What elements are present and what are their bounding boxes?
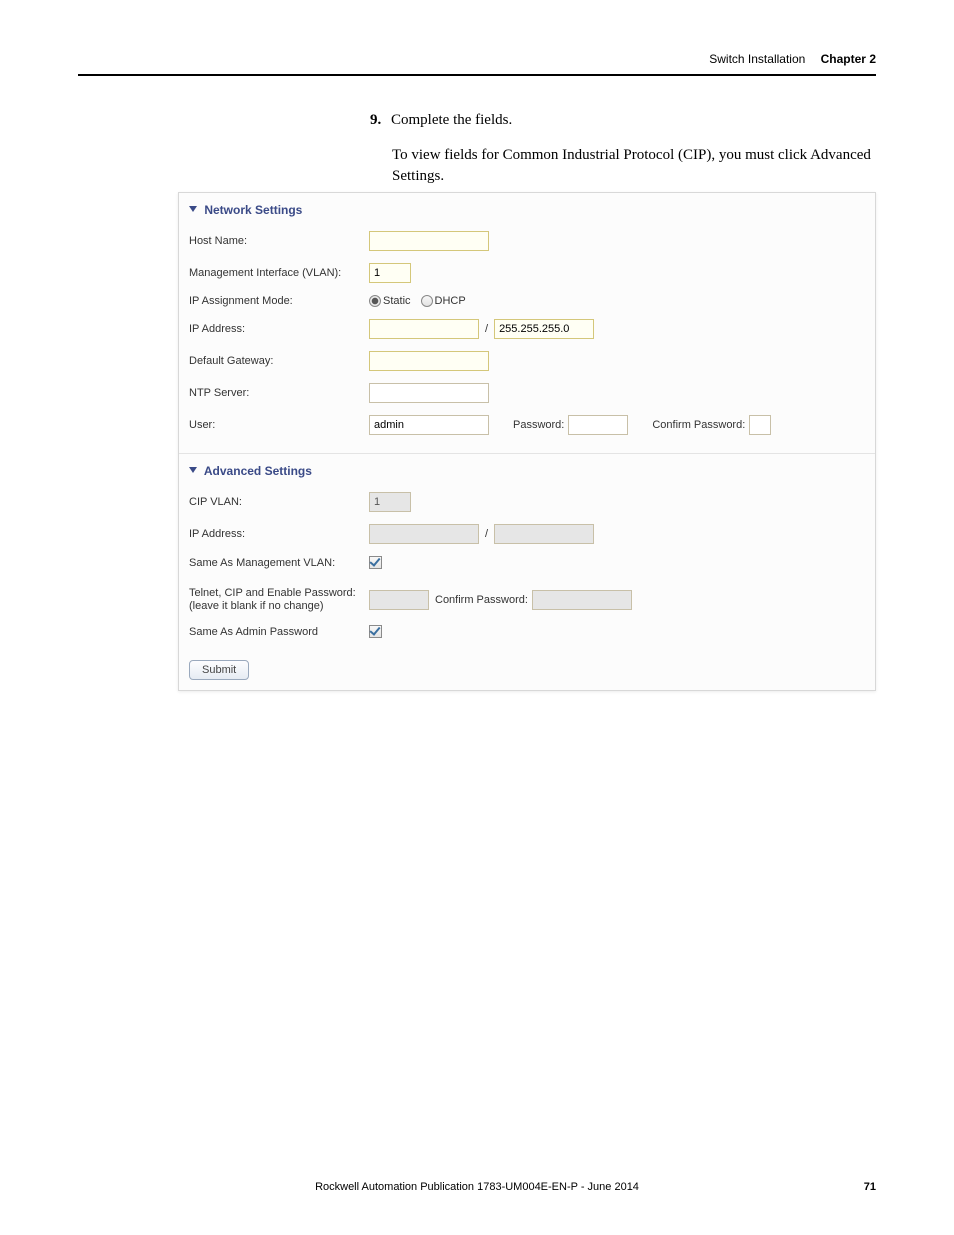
cip-vlan-label: CIP VLAN:	[189, 496, 369, 508]
tcep-password-input	[369, 590, 429, 610]
adv-subnet-input	[494, 524, 594, 544]
same-mgmt-label: Same As Management VLAN:	[189, 557, 369, 569]
step-note: To view fields for Common Industrial Pro…	[392, 145, 876, 187]
network-settings-title: Network Settings	[204, 203, 302, 217]
tcep-label-line1: Telnet, CIP and Enable Password:	[189, 587, 356, 599]
slash-separator: /	[485, 323, 488, 335]
network-settings-header[interactable]: Network Settings	[179, 193, 875, 221]
tcep-label: Telnet, CIP and Enable Password: (leave …	[189, 587, 369, 613]
instruction-block: 9. Complete the fields. To view fields f…	[370, 110, 876, 187]
radio-static-label: Static	[383, 295, 411, 307]
settings-panel: Network Settings Host Name: Management I…	[178, 192, 876, 691]
gateway-input[interactable]	[369, 351, 489, 371]
confirm-password-label: Confirm Password:	[652, 419, 745, 431]
adv-ip-address-input	[369, 524, 479, 544]
ip-address-label: IP Address:	[189, 323, 369, 335]
chevron-down-icon	[189, 467, 197, 473]
advanced-settings-form: CIP VLAN: IP Address: / Same As Manageme…	[179, 482, 875, 650]
same-admin-label: Same As Admin Password	[189, 626, 369, 638]
footer-publication: Rockwell Automation Publication 1783-UM0…	[78, 1181, 876, 1193]
vlan-input[interactable]	[369, 263, 411, 283]
ip-mode-label: IP Assignment Mode:	[189, 295, 369, 307]
slash-separator: /	[485, 528, 488, 540]
step-text: Complete the fields.	[391, 112, 512, 128]
user-input[interactable]	[369, 415, 489, 435]
radio-dhcp[interactable]	[421, 295, 433, 307]
tcep-confirm-label: Confirm Password:	[435, 594, 528, 606]
header-rule	[78, 74, 876, 76]
ntp-label: NTP Server:	[189, 387, 369, 399]
user-label: User:	[189, 419, 369, 431]
radio-dhcp-label: DHCP	[435, 295, 466, 307]
host-name-label: Host Name:	[189, 235, 369, 247]
cip-vlan-input	[369, 492, 411, 512]
advanced-settings-header[interactable]: Advanced Settings	[179, 454, 875, 482]
chapter-label: Chapter 2	[821, 52, 876, 66]
chevron-down-icon	[189, 206, 197, 212]
vlan-label: Management Interface (VLAN):	[189, 267, 369, 279]
gateway-label: Default Gateway:	[189, 355, 369, 367]
confirm-password-input[interactable]	[749, 415, 771, 435]
step-number: 9.	[370, 112, 381, 128]
advanced-settings-title: Advanced Settings	[204, 464, 312, 478]
network-settings-form: Host Name: Management Interface (VLAN): …	[179, 221, 875, 447]
ip-address-input[interactable]	[369, 319, 479, 339]
tcep-label-line2: (leave it blank if no change)	[189, 600, 324, 612]
ntp-input[interactable]	[369, 383, 489, 403]
page-header: Switch Installation Chapter 2	[709, 52, 876, 66]
host-name-input[interactable]	[369, 231, 489, 251]
radio-static[interactable]	[369, 295, 381, 307]
submit-button[interactable]: Submit	[189, 660, 249, 680]
page-number: 71	[864, 1181, 876, 1193]
subnet-input[interactable]	[494, 319, 594, 339]
tcep-confirm-input	[532, 590, 632, 610]
password-input[interactable]	[568, 415, 628, 435]
same-mgmt-checkbox[interactable]	[369, 556, 382, 569]
same-admin-checkbox[interactable]	[369, 625, 382, 638]
section-title: Switch Installation	[709, 52, 805, 66]
adv-ip-address-label: IP Address:	[189, 528, 369, 540]
password-label: Password:	[513, 419, 564, 431]
